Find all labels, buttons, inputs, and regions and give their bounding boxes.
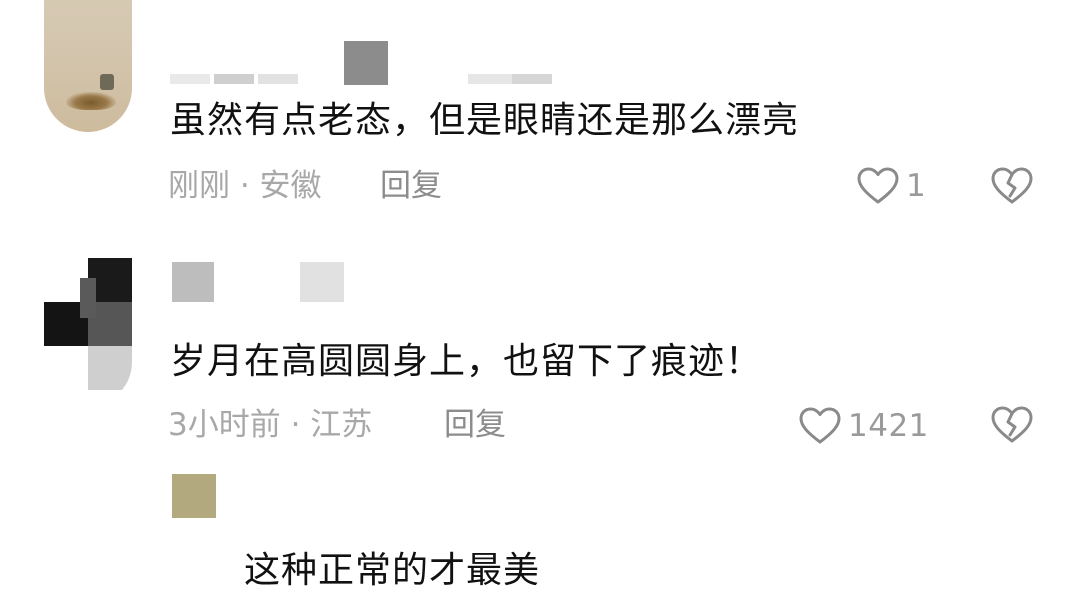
reply-text: 这种正常的才最美 [244, 550, 541, 591]
avatar[interactable] [44, 0, 132, 132]
reply-item: 这种正常的才最美 [0, 468, 1080, 599]
comment-text: 虽然有点老态，但是眼睛还是那么漂亮 [170, 100, 800, 141]
username-mosaic[interactable] [170, 0, 560, 96]
comment-meta: 刚刚 · 安徽 [168, 168, 322, 204]
broken-heart-icon[interactable] [990, 166, 1034, 206]
comment-meta: 3小时前 · 江苏 [168, 407, 373, 443]
heart-outline-icon [799, 407, 841, 444]
avatar-detail [66, 92, 116, 110]
username-mosaic[interactable] [170, 258, 350, 306]
heart-outline-icon [857, 167, 899, 204]
like-button[interactable]: 1421 [798, 404, 929, 448]
reply-button[interactable]: 回复 [444, 405, 506, 445]
avatar-detail [100, 74, 114, 90]
comment-item: 岁月在高圆圆身上，也留下了痕迹！ 3小时前 · 江苏 回复 1421 [0, 240, 1080, 468]
reply-button[interactable]: 回复 [380, 166, 442, 206]
like-button[interactable]: 1 [856, 164, 926, 208]
avatar[interactable] [44, 258, 132, 406]
comment-item: 虽然有点老态，但是眼睛还是那么漂亮 刚刚 · 安徽 回复 1 [0, 0, 1080, 240]
avatar[interactable] [172, 474, 216, 518]
comment-text: 岁月在高圆圆身上，也留下了痕迹！ [170, 341, 763, 382]
like-count: 1 [906, 168, 927, 204]
like-count: 1421 [848, 408, 929, 444]
broken-heart-icon[interactable] [990, 405, 1034, 445]
comment-list: 虽然有点老态，但是眼睛还是那么漂亮 刚刚 · 安徽 回复 1 岁月在高圆圆身上，… [0, 0, 1080, 599]
